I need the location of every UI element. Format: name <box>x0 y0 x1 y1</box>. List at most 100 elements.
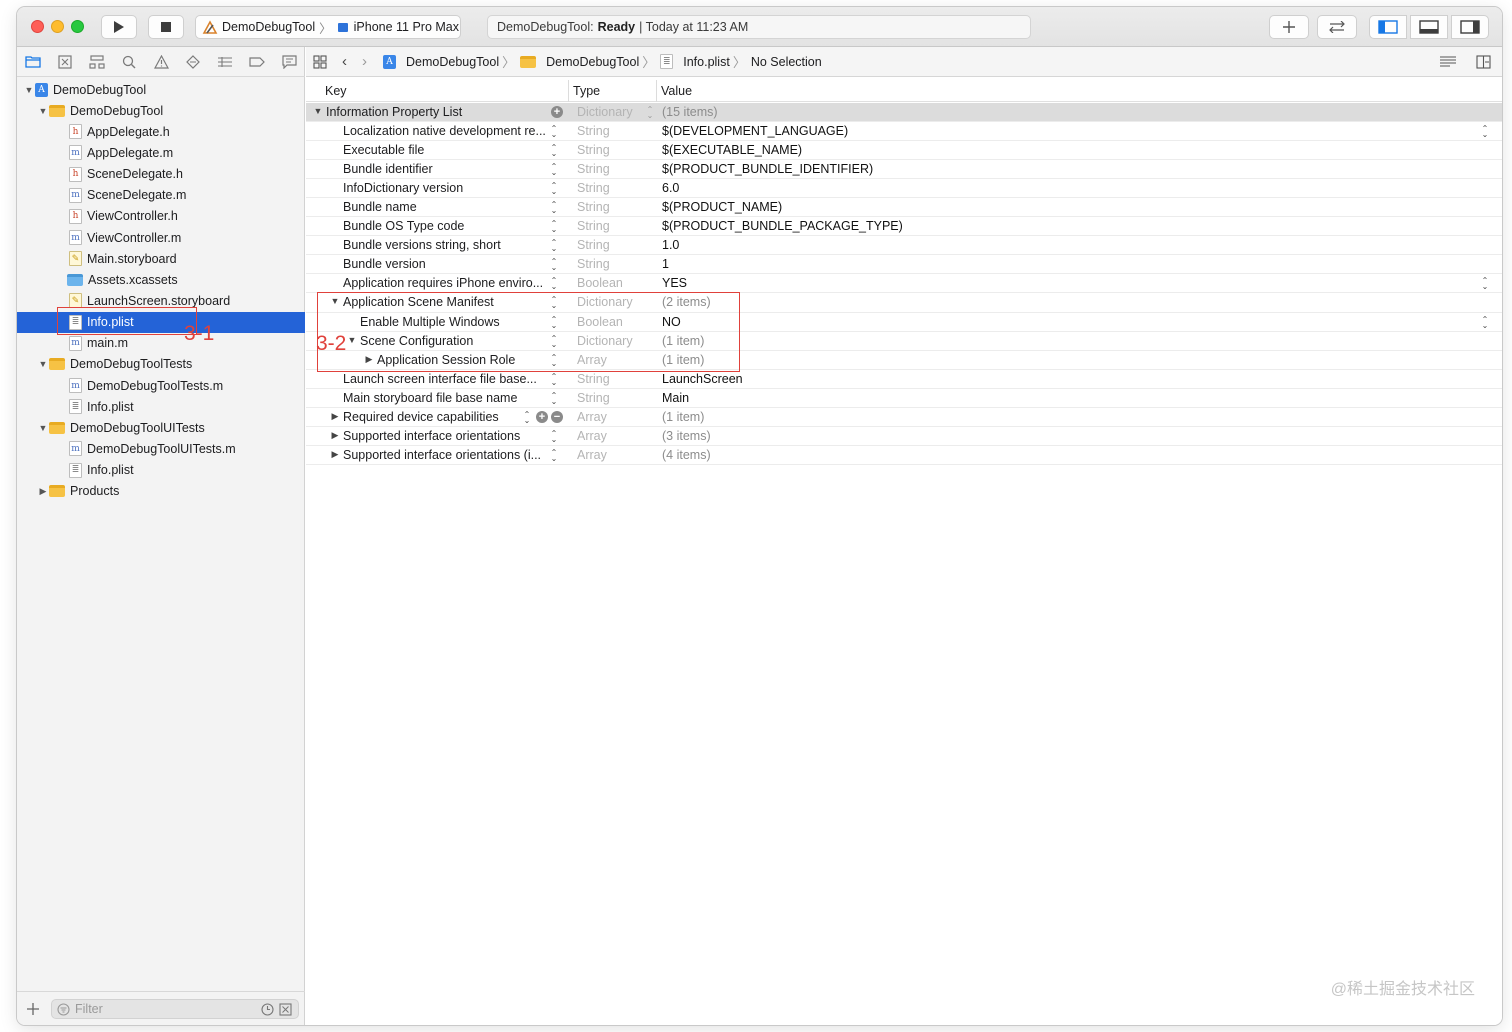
plist-value[interactable]: $(DEVELOPMENT_LANGUAGE) <box>662 124 848 138</box>
tree-item-file[interactable]: m ViewController.m <box>17 227 305 248</box>
plist-value[interactable]: $(PRODUCT_BUNDLE_IDENTIFIER) <box>662 162 873 176</box>
key-stepper-icon[interactable]: ⌃ ⌄ <box>549 277 559 291</box>
plist-row[interactable]: Bundle identifier ⌃ ⌄ String $(PRODUCT_BU… <box>306 160 1502 180</box>
add-item-icon[interactable]: + <box>551 106 563 118</box>
tree-item-file[interactable]: ≣ Info.plist <box>17 396 305 417</box>
plist-row[interactable]: Bundle versions string, short ⌃ ⌄ String … <box>306 236 1502 256</box>
plist-value[interactable]: 6.0 <box>662 181 679 195</box>
tree-item-file[interactable]: h ViewController.h <box>17 206 305 227</box>
column-header-type[interactable]: Type <box>573 84 600 98</box>
disclosure-triangle-icon[interactable]: ▶ <box>330 411 340 422</box>
plist-value[interactable]: 1.0 <box>662 238 679 252</box>
plist-type[interactable]: String <box>577 200 610 214</box>
tree-item-file[interactable]: m AppDelegate.m <box>17 142 305 163</box>
tree-item-group-uitests[interactable]: ▼ DemoDebugToolUITests <box>17 417 305 438</box>
zoom-window-button[interactable] <box>71 20 84 33</box>
tree-item-file[interactable]: h AppDelegate.h <box>17 121 305 142</box>
tree-item-file[interactable]: ≣ Info.plist <box>17 460 305 481</box>
tree-item-file[interactable]: ✎ Main.storyboard <box>17 248 305 269</box>
plist-type[interactable]: Array <box>577 448 607 462</box>
type-stepper-icon[interactable]: ⌃ ⌄ <box>645 106 655 120</box>
plus-icon[interactable] <box>27 1003 39 1015</box>
key-stepper-icon[interactable]: ⌃ ⌄ <box>549 182 559 196</box>
breadcrumb-project[interactable]: A DemoDebugTool <box>383 54 499 69</box>
plist-row[interactable]: Localization native development re... ⌃ ⌄… <box>306 122 1502 142</box>
tree-item-group-products[interactable]: ▶ Products <box>17 481 305 502</box>
column-header-key[interactable]: Key <box>325 84 347 98</box>
debug-navigator-tab[interactable] <box>209 47 241 77</box>
tree-item-group-app[interactable]: ▼ DemoDebugTool <box>17 100 305 121</box>
close-window-button[interactable] <box>31 20 44 33</box>
disclosure-triangle-icon[interactable]: ▼ <box>37 359 49 369</box>
report-navigator-tab[interactable] <box>273 47 305 77</box>
plist-value[interactable]: $(PRODUCT_BUNDLE_PACKAGE_TYPE) <box>662 219 903 233</box>
add-item-icon[interactable]: + <box>536 410 548 423</box>
disclosure-triangle-icon[interactable]: ▶ <box>330 449 340 460</box>
plist-row[interactable]: InfoDictionary version ⌃ ⌄ String 6.0 <box>306 179 1502 199</box>
disclosure-triangle-icon[interactable]: ▼ <box>37 423 49 433</box>
plist-value[interactable]: 1 <box>662 257 669 271</box>
plist-row-root[interactable]: ▼ Information Property List + Dictionary… <box>306 103 1502 123</box>
value-stepper-icon[interactable]: ⌃ ⌄ <box>1480 277 1490 291</box>
plist-row[interactable]: Launch screen interface file base... ⌃ ⌄ … <box>306 370 1502 389</box>
tree-item-file[interactable]: Assets.xcassets <box>17 269 305 290</box>
code-review-button[interactable] <box>1317 15 1357 39</box>
key-stepper-icon[interactable]: ⌃ ⌄ <box>549 163 559 177</box>
plist-type[interactable]: Array <box>577 429 607 443</box>
plist-type[interactable]: String <box>577 391 610 405</box>
library-button[interactable] <box>1269 15 1309 39</box>
key-stepper-icon[interactable]: ⌃ ⌄ <box>522 410 532 425</box>
source-control-tab[interactable] <box>49 47 81 77</box>
plist-value[interactable]: $(PRODUCT_NAME) <box>662 200 782 214</box>
disclosure-triangle-icon[interactable]: ▶ <box>330 430 340 441</box>
value-stepper-icon[interactable]: ⌃ ⌄ <box>1480 125 1490 139</box>
plist-type[interactable]: String <box>577 238 610 252</box>
project-navigator-tab[interactable] <box>17 47 49 77</box>
key-stepper-icon[interactable]: ⌃ ⌄ <box>549 448 559 463</box>
plist-type[interactable]: String <box>577 257 610 271</box>
remove-item-icon[interactable]: − <box>551 410 563 423</box>
disclosure-triangle-icon[interactable]: ▼ <box>313 106 323 116</box>
plist-type[interactable]: String <box>577 181 610 195</box>
key-stepper-icon[interactable]: ⌃ ⌄ <box>549 372 559 387</box>
plist-row[interactable]: ▶ Supported interface orientations ⌃ ⌄ Ar… <box>306 427 1502 446</box>
column-divider[interactable] <box>568 80 569 102</box>
plist-row[interactable]: Main storyboard file base name ⌃ ⌄ String… <box>306 389 1502 408</box>
tree-item-project[interactable]: ▼ A DemoDebugTool <box>17 79 305 100</box>
plist-value[interactable]: Main <box>662 391 689 405</box>
tree-item-file[interactable]: h SceneDelegate.h <box>17 164 305 185</box>
plist-type[interactable]: Dictionary <box>577 105 633 119</box>
related-items-icon[interactable] <box>313 54 327 69</box>
plist-row[interactable]: Application requires iPhone enviro... ⌃ ⌄… <box>306 274 1502 294</box>
disclosure-triangle-icon[interactable]: ▼ <box>23 85 35 95</box>
disclosure-triangle-icon[interactable]: ▼ <box>37 106 49 116</box>
plist-type[interactable]: String <box>577 143 610 157</box>
plist-type[interactable]: Array <box>577 410 607 424</box>
key-stepper-icon[interactable]: ⌃ ⌄ <box>549 239 559 253</box>
issue-navigator-tab[interactable] <box>145 47 177 77</box>
plist-value[interactable]: $(EXECUTABLE_NAME) <box>662 143 802 157</box>
find-navigator-tab[interactable] <box>113 47 145 77</box>
tree-item-file[interactable]: m main.m <box>17 333 305 354</box>
tree-item-file[interactable]: m SceneDelegate.m <box>17 185 305 206</box>
add-editor-icon[interactable] <box>1476 55 1491 69</box>
column-divider[interactable] <box>656 80 657 102</box>
plist-type[interactable]: Boolean <box>577 276 623 290</box>
breadcrumb-file[interactable]: ≣ Info.plist <box>660 54 730 69</box>
minimize-window-button[interactable] <box>51 20 64 33</box>
clock-icon[interactable] <box>261 1003 274 1016</box>
plist-type[interactable]: String <box>577 219 610 233</box>
toggle-navigator-button[interactable] <box>1369 15 1407 39</box>
plist-type[interactable]: String <box>577 162 610 176</box>
tree-item-file[interactable]: m DemoDebugToolTests.m <box>17 375 305 396</box>
plist-row[interactable]: Executable file ⌃ ⌄ String $(EXECUTABLE_N… <box>306 141 1502 161</box>
breadcrumb-selection[interactable]: No Selection <box>751 55 822 69</box>
plist-value[interactable]: YES <box>662 276 687 290</box>
plist-row[interactable]: ▶ Supported interface orientations (i...… <box>306 446 1502 465</box>
filter-field[interactable]: Filter <box>51 999 299 1019</box>
breakpoint-navigator-tab[interactable] <box>241 47 273 77</box>
disclosure-triangle-icon[interactable]: ▶ <box>37 486 49 497</box>
plist-value[interactable]: LaunchScreen <box>662 372 743 386</box>
plist-row[interactable]: Bundle name ⌃ ⌄ String $(PRODUCT_NAME) <box>306 198 1502 218</box>
scheme-selector[interactable]: DemoDebugTool 〉 iPhone 11 Pro Max <box>195 15 461 39</box>
